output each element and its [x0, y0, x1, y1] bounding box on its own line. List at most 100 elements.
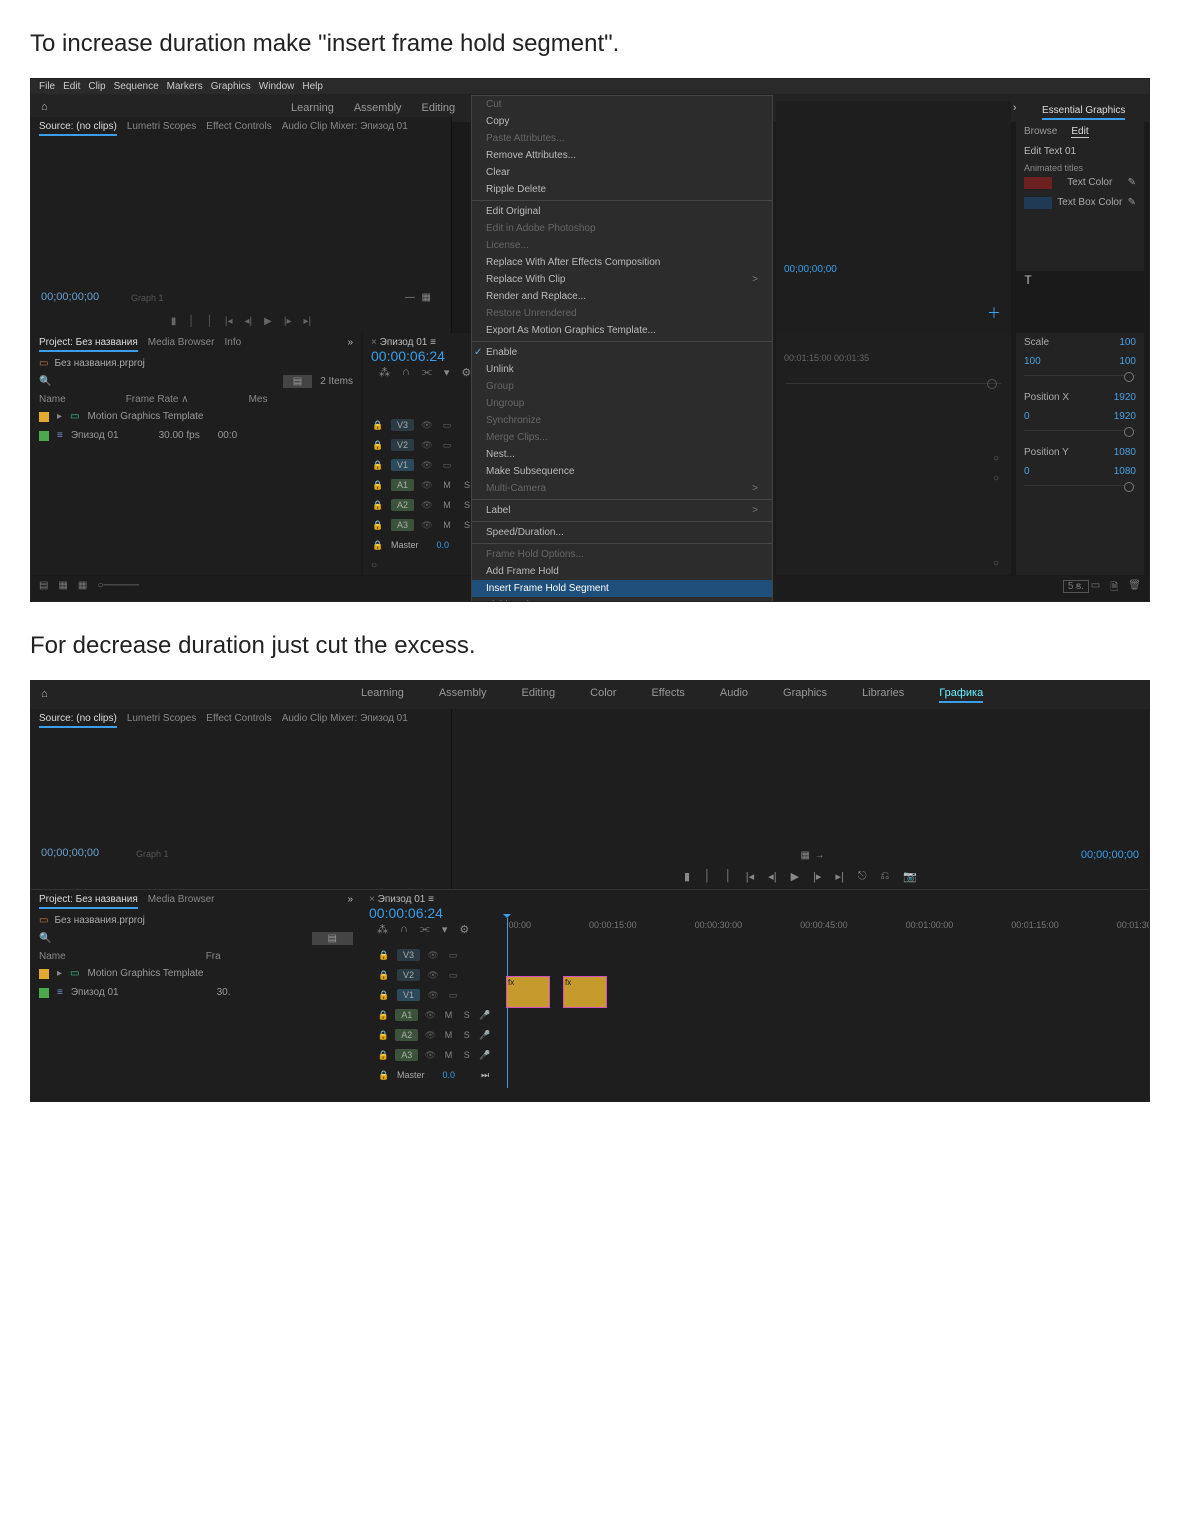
tab-source-noclips[interactable]: Source: (no clips) [39, 121, 117, 136]
mute-icon[interactable] [424, 1030, 436, 1041]
target-icon[interactable] [446, 950, 460, 961]
posx-value[interactable]: 0 [1024, 411, 1030, 422]
sequence-name[interactable]: Эпизод 01 [380, 337, 428, 348]
wrench-icon[interactable]: — [405, 292, 415, 303]
track-v1[interactable]: V1 [369, 985, 499, 1005]
dash-icon[interactable]: → [814, 850, 824, 861]
step-fwd-icon[interactable]: |▸ [284, 316, 292, 327]
track-a3[interactable]: A3MS🎤 [369, 1045, 499, 1065]
ws-libraries[interactable]: Libraries [862, 687, 904, 703]
go-out-icon[interactable]: ▸| [303, 316, 311, 327]
eye-icon[interactable] [426, 950, 440, 961]
zoom-reset-icon[interactable]: ○ [993, 558, 999, 569]
track-a2[interactable]: A2MS🎤 [369, 1025, 499, 1045]
lock-icon[interactable] [377, 1030, 389, 1041]
snap-icon[interactable]: ∩ [400, 923, 408, 936]
ctx-replace-clip[interactable]: Replace With Clip> [472, 271, 772, 288]
tab-project[interactable]: Project: Без названия [39, 337, 138, 352]
menu-clip[interactable]: Clip [88, 81, 105, 92]
solo-icon[interactable]: M [440, 480, 454, 490]
timeline-ruler[interactable]: :00:00 00:00:15:00 00:00:30:00 00:00:45:… [506, 920, 1139, 930]
lock-icon[interactable] [371, 480, 385, 491]
tab-media-browser[interactable]: Media Browser [148, 894, 215, 909]
tab-lumetri-scopes[interactable]: Lumetri Scopes [127, 713, 196, 728]
lock-icon[interactable] [377, 1050, 389, 1061]
menu-markers[interactable]: Markers [167, 81, 203, 92]
linked-sel-icon[interactable]: ⫘ [422, 366, 432, 379]
voice-icon[interactable]: 🎤 [479, 1050, 491, 1061]
tab-effect-controls[interactable]: Effect Controls [206, 713, 271, 728]
menu-graphics[interactable]: Graphics [211, 81, 251, 92]
new-item-icon[interactable]: 🗎 [1110, 580, 1118, 597]
mute-icon[interactable] [420, 520, 434, 531]
ctx-restore-unrendered[interactable]: Restore Unrendered [472, 305, 772, 322]
mark-out-icon[interactable]: │ [188, 316, 194, 327]
lock-icon[interactable] [377, 950, 391, 961]
ctx-make-subseq[interactable]: Make Subsequence [472, 463, 772, 480]
freeform-view-icon[interactable]: ▦ [78, 580, 87, 597]
slider-knob[interactable] [1124, 482, 1134, 492]
export-frame-icon[interactable]: 📷 [903, 870, 917, 883]
slider-knob[interactable] [1124, 427, 1134, 437]
ctx-clear[interactable]: Clear [472, 164, 772, 181]
ctx-ripple-delete[interactable]: Ripple Delete [472, 181, 772, 198]
ctx-synchronize[interactable]: Synchronize [472, 412, 772, 429]
target-icon[interactable] [440, 460, 454, 471]
ctx-paste-attr[interactable]: Paste Attributes... [472, 130, 772, 147]
ws-audio[interactable]: Audio [720, 687, 748, 703]
timeline-clip-b[interactable]: fx [563, 976, 607, 1008]
lock-icon[interactable] [377, 990, 391, 1001]
tab-audio-clip-mixer[interactable]: Audio Clip Mixer: Эпизод 01 [282, 121, 408, 136]
tab-project[interactable]: Project: Без названия [39, 894, 138, 909]
scale-value[interactable]: 100 [1024, 356, 1041, 367]
source-timecode[interactable]: 00;00;00;00 [41, 847, 99, 859]
ctx-remove-attr[interactable]: Remove Attributes... [472, 147, 772, 164]
home-icon[interactable]: ⌂ [41, 688, 55, 702]
posy-value[interactable]: 0 [1024, 466, 1030, 477]
text-box-color-swatch[interactable] [1024, 197, 1052, 209]
lock-icon[interactable] [377, 1070, 391, 1081]
track-a1[interactable]: A1MS🎤 [369, 1005, 499, 1025]
eye-icon[interactable] [420, 440, 434, 451]
settings-icon[interactable]: ⚙ [461, 366, 471, 379]
mark-in-icon[interactable]: ▮ [171, 316, 177, 327]
voice-icon[interactable]: 🎤 [479, 1030, 491, 1041]
ctx-frame-hold-options[interactable]: Frame Hold Options... [472, 546, 772, 563]
menu-window[interactable]: Window [259, 81, 295, 92]
delete-icon[interactable]: 🗑 [1128, 580, 1141, 597]
tab-source-noclips[interactable]: Source: (no clips) [39, 713, 117, 728]
target-icon[interactable] [446, 970, 460, 981]
ws-learning[interactable]: Learning [291, 102, 334, 114]
extract-icon[interactable]: ⎌ [881, 870, 890, 883]
eyedropper-icon[interactable]: ✎ [1128, 197, 1136, 209]
track-master[interactable]: Master0.0⏭ [369, 1065, 499, 1085]
ws-graphics-ru[interactable]: Графика [939, 687, 983, 703]
settings-icon[interactable]: ▦ [422, 292, 431, 303]
timeline-zoom-out-icon[interactable]: ○ [371, 560, 377, 571]
zoom-reset-icon[interactable]: ○ [993, 453, 999, 464]
col-frame-rate[interactable]: Frame Rate ∧ [126, 394, 189, 405]
timeline-clip-a[interactable]: fx [506, 976, 550, 1008]
mute-icon[interactable] [420, 500, 434, 511]
ws-graphics[interactable]: Graphics [783, 687, 827, 703]
linked-sel-icon[interactable]: ⫘ [420, 923, 430, 936]
ctx-render-replace[interactable]: Render and Replace... [472, 288, 772, 305]
ctx-label[interactable]: Label> [472, 502, 772, 519]
tab-media-browser[interactable]: Media Browser [148, 337, 215, 352]
solo-icon[interactable]: M [442, 1010, 454, 1020]
solo-icon[interactable]: S [461, 1050, 473, 1060]
eye-icon[interactable] [420, 460, 434, 471]
marker-icon[interactable]: ▾ [444, 366, 450, 379]
ctx-license[interactable]: License... [472, 237, 772, 254]
go-in-icon[interactable]: │ [725, 870, 732, 883]
search-icon[interactable]: 🔍 [39, 376, 51, 387]
eye-icon[interactable] [426, 970, 440, 981]
stop-icon[interactable]: ◂| [768, 870, 776, 883]
project-overflow-icon[interactable]: » [347, 337, 353, 352]
add-marker-icon[interactable]: ＋ [987, 303, 1001, 323]
col-media-start[interactable]: Mes [249, 394, 268, 405]
lift-icon[interactable]: ⎋ [858, 870, 867, 883]
mark-out-icon[interactable]: │ [704, 870, 711, 883]
zoom-slider[interactable]: ○───── [97, 580, 138, 597]
knob-icon[interactable] [987, 379, 997, 389]
